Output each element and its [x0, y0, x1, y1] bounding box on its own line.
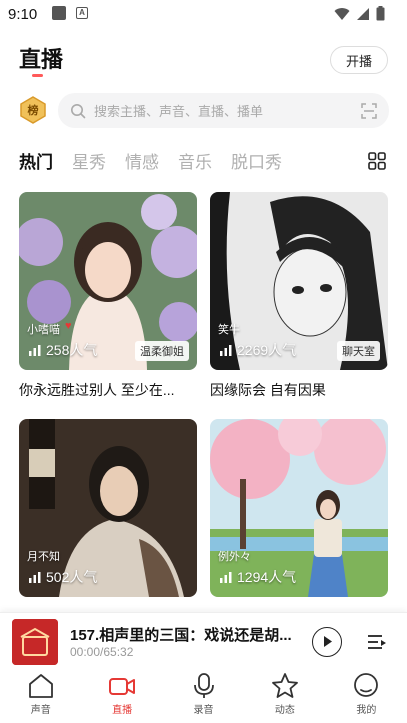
- live-room-card[interactable]: 小嗜喵 ♥ 258人气 温柔御姐 你永远胜过别人 至少在...: [19, 192, 197, 400]
- popularity-count: 258人气: [46, 342, 98, 358]
- player-time: 00:00/65:32: [70, 645, 134, 659]
- search-placeholder: 搜索主播、声音、直播、播单: [94, 104, 264, 119]
- signal-bars-icon: [29, 571, 41, 583]
- popularity: 258人气: [29, 340, 97, 360]
- signal-icon: [357, 7, 369, 20]
- popularity-count: 2269人气: [237, 342, 297, 358]
- live-room-card[interactable]: 月不知 502人气: [19, 419, 197, 597]
- live-room-cover: 月不知 502人气: [19, 419, 197, 597]
- room-tag: 温柔御姐: [135, 341, 189, 361]
- live-room-cover: 小嗜喵 ♥ 258人气 温柔御姐: [19, 192, 197, 370]
- anchor-name: 月不知: [27, 551, 60, 563]
- nav-label: 声音: [30, 705, 51, 716]
- scan-icon[interactable]: [361, 102, 377, 119]
- nav-label: 我的: [356, 705, 377, 716]
- live-room-cover: 笑牛 2269人气 聊天室: [210, 192, 388, 370]
- profile-icon: [354, 673, 379, 697]
- anchor-name: 小嗜喵: [27, 324, 60, 336]
- start-live-button[interactable]: 开播: [330, 46, 388, 74]
- nav-item-feed[interactable]: 动态: [244, 670, 325, 723]
- category-tabs: 热门 星秀 情感 音乐 脱口秀: [19, 148, 282, 174]
- player-title: 157.相声里的三国：戏说还是胡...: [70, 627, 292, 644]
- player-cover: [12, 619, 58, 665]
- nav-item-mine[interactable]: 我的: [326, 670, 407, 723]
- nav-label: 直播: [112, 705, 133, 716]
- anchor-name: 笑牛: [218, 324, 240, 336]
- status-bar: 9:10 A: [0, 0, 407, 30]
- signal-bars-icon: [29, 344, 41, 356]
- signal-bars-icon: [220, 571, 232, 583]
- home-icon: [28, 674, 53, 698]
- tab-emotion[interactable]: 情感: [125, 148, 159, 174]
- nav-item-sound[interactable]: 声音: [0, 670, 81, 723]
- nav-label: 动态: [274, 705, 295, 716]
- wifi-icon: [334, 7, 350, 20]
- heart-icon: ♥: [65, 320, 72, 332]
- status-time: 9:10: [8, 6, 38, 23]
- popularity: 1294人气: [220, 567, 296, 587]
- live-camera-icon: [109, 678, 136, 695]
- room-title: 你永远胜过别人 至少在...: [19, 382, 175, 398]
- nav-item-record[interactable]: 录音: [163, 670, 244, 723]
- nav-label: 录音: [193, 705, 214, 716]
- grid-menu-icon[interactable]: [368, 152, 386, 170]
- rank-badge-label: 榜: [28, 103, 39, 117]
- battery-icon: [376, 6, 385, 21]
- live-room-card[interactable]: 笑牛 2269人气 聊天室 因缘际会 自有因果: [210, 192, 388, 400]
- page-title: 直播: [19, 47, 64, 72]
- anchor-name: 例外々: [218, 551, 251, 563]
- popularity-count: 1294人气: [237, 569, 297, 585]
- notification-icon: [52, 6, 66, 20]
- tab-music[interactable]: 音乐: [178, 148, 212, 174]
- tab-talk-show[interactable]: 脱口秀: [231, 148, 282, 174]
- live-room-card[interactable]: 例外々 1294人气: [210, 419, 388, 597]
- popularity-count: 502人气: [46, 569, 98, 585]
- star-icon: [272, 673, 298, 698]
- popularity: 502人气: [29, 567, 97, 587]
- live-room-cover: 例外々 1294人气: [210, 419, 388, 597]
- search-input[interactable]: 搜索主播、声音、直播、播单: [58, 93, 389, 128]
- tab-star-show[interactable]: 星秀: [72, 148, 106, 174]
- room-title: 因缘际会 自有因果: [210, 382, 326, 398]
- playlist-icon[interactable]: [367, 632, 387, 652]
- room-tag: 聊天室: [337, 341, 380, 361]
- mini-player[interactable]: 157.相声里的三国：戏说还是胡... 00:00/65:32: [0, 612, 407, 670]
- keyboard-icon: A: [76, 7, 88, 19]
- popularity: 2269人气: [220, 340, 296, 360]
- microphone-icon: [193, 673, 214, 698]
- play-button[interactable]: [312, 627, 342, 657]
- tab-hot[interactable]: 热门: [19, 148, 53, 174]
- nav-item-live[interactable]: 直播: [81, 670, 162, 723]
- search-icon: [71, 103, 86, 118]
- play-icon: [324, 636, 332, 647]
- bottom-nav: 声音 直播 录音 动态 我的: [0, 670, 407, 723]
- rank-badge-icon[interactable]: 榜: [19, 96, 47, 124]
- title-underline: [32, 74, 43, 77]
- signal-bars-icon: [220, 344, 232, 356]
